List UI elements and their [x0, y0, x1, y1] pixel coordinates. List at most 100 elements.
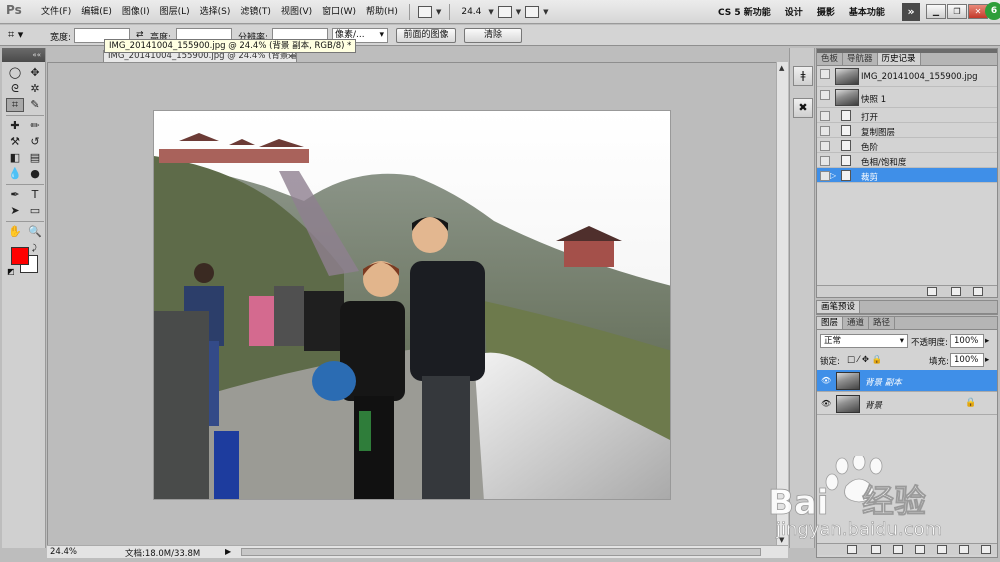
menu-view[interactable]: 视图(V): [276, 5, 317, 19]
menu-select[interactable]: 选择(S): [195, 5, 236, 19]
visibility-eye-icon[interactable]: 👁: [821, 376, 831, 385]
layer-mask-icon[interactable]: [893, 545, 903, 554]
move-tool-icon[interactable]: ✥: [26, 66, 44, 80]
history-source-checkbox[interactable]: [820, 156, 830, 166]
chevron-down-icon[interactable]: ▼: [516, 8, 521, 16]
swap-colors-icon[interactable]: ⤸: [32, 243, 37, 253]
tab-paths[interactable]: 路径: [869, 317, 896, 329]
adjustment-layer-icon[interactable]: [915, 545, 925, 554]
chevron-down-icon[interactable]: ▼: [543, 8, 548, 16]
default-colors-icon[interactable]: ◩: [7, 267, 15, 276]
scroll-down-icon[interactable]: ▼: [779, 536, 784, 544]
eyedropper-tool-icon[interactable]: ✎: [26, 98, 44, 112]
restore-button[interactable]: ❐: [947, 4, 967, 19]
menu-layer[interactable]: 图层(L): [155, 5, 195, 19]
screen-layout-icon[interactable]: [525, 6, 540, 18]
history-step[interactable]: 复制图层: [817, 123, 997, 138]
zoom-level[interactable]: 24.4: [458, 7, 484, 17]
layer-row[interactable]: 👁 背景 副本: [817, 370, 997, 392]
zoom-tool-icon[interactable]: 🔍: [26, 225, 44, 239]
workspace-essentials[interactable]: 基本功能: [849, 5, 885, 18]
history-brush-tool-icon[interactable]: ↺: [26, 135, 44, 149]
history-source-checkbox[interactable]: [820, 69, 830, 79]
gradient-tool-icon[interactable]: ▤: [26, 151, 44, 165]
opacity-field[interactable]: 100%: [950, 334, 984, 348]
lasso-tool-icon[interactable]: ᘓ: [6, 82, 24, 96]
history-source-checkbox[interactable]: [820, 171, 830, 181]
workspace-design[interactable]: 设计: [785, 5, 803, 18]
history-step-selected[interactable]: ▷ 裁剪: [817, 168, 997, 183]
menu-filter[interactable]: 滤镜(T): [235, 5, 276, 19]
status-zoom[interactable]: 24.4%: [50, 547, 77, 557]
tab-navigator[interactable]: 导航器: [843, 53, 878, 65]
dodge-tool-icon[interactable]: ●: [26, 167, 44, 181]
clone-stamp-tool-icon[interactable]: ⚒: [6, 135, 24, 149]
vertical-scrollbar[interactable]: ▲ ▼: [776, 62, 788, 546]
workspace-cs5-new[interactable]: CS 5 新功能: [718, 5, 771, 18]
pen-tool-icon[interactable]: ✒: [6, 188, 24, 202]
history-step[interactable]: 色阶: [817, 138, 997, 153]
healing-brush-tool-icon[interactable]: ✚: [6, 119, 24, 133]
crop-tool-preset-icon[interactable]: ⌗ ▾: [8, 28, 36, 43]
shape-tool-icon[interactable]: ▭: [26, 204, 44, 218]
status-menu-icon[interactable]: ▶: [225, 547, 231, 556]
history-snapshot-file[interactable]: IMG_20141004_155900.jpg: [817, 66, 997, 87]
history-source-checkbox[interactable]: [820, 126, 830, 136]
hand-tool-icon[interactable]: ✋: [6, 225, 24, 239]
blur-tool-icon[interactable]: 💧: [6, 167, 24, 181]
history-brush-panel-icon[interactable]: ǂ: [793, 66, 813, 86]
path-selection-tool-icon[interactable]: ➤: [6, 204, 24, 218]
history-source-checkbox[interactable]: [820, 111, 830, 121]
new-group-icon[interactable]: [937, 545, 947, 554]
front-image-button[interactable]: 前面的图像: [396, 28, 456, 43]
menu-edit[interactable]: 编辑(E): [76, 5, 117, 19]
opacity-slider-icon[interactable]: ▸: [985, 336, 989, 346]
brush-tool-icon[interactable]: ✏: [26, 119, 44, 133]
tools-panel-icon[interactable]: ✖: [793, 98, 813, 118]
foreground-color-swatch[interactable]: [11, 247, 29, 265]
chevron-down-icon[interactable]: ▼: [488, 8, 493, 16]
blend-mode-select[interactable]: 正常 ▾: [820, 334, 908, 348]
tab-layers[interactable]: 图层: [817, 317, 844, 329]
trash-icon[interactable]: [981, 545, 991, 554]
magic-wand-tool-icon[interactable]: ✲: [26, 82, 44, 96]
screen-mode-icon[interactable]: [418, 6, 432, 18]
menu-window[interactable]: 窗口(W): [317, 5, 361, 19]
menu-image[interactable]: 图像(I): [117, 5, 155, 19]
layer-style-icon[interactable]: [871, 545, 881, 554]
history-source-checkbox[interactable]: [820, 90, 830, 100]
link-layers-icon[interactable]: [847, 545, 857, 554]
workspace-expand-button[interactable]: »: [902, 3, 920, 21]
visibility-eye-icon[interactable]: 👁: [821, 399, 831, 408]
tab-channels[interactable]: 通道: [843, 317, 870, 329]
type-tool-icon[interactable]: T: [26, 188, 44, 202]
trash-icon[interactable]: [973, 287, 983, 296]
chevron-down-icon[interactable]: ▼: [436, 8, 441, 16]
history-snapshot-1[interactable]: 快照 1: [817, 87, 997, 108]
new-snapshot-icon[interactable]: [951, 287, 961, 296]
history-source-checkbox[interactable]: [820, 141, 830, 151]
crop-tool-icon[interactable]: ⌗: [6, 98, 24, 112]
document-image[interactable]: [153, 110, 671, 500]
tab-swatches[interactable]: 色板: [817, 53, 844, 65]
new-layer-icon[interactable]: [959, 545, 969, 554]
new-document-from-state-icon[interactable]: [927, 287, 937, 296]
arrange-documents-icon[interactable]: [497, 6, 512, 18]
menu-file[interactable]: 文件(F): [36, 5, 76, 19]
layer-row[interactable]: 👁 背景 🔒: [817, 393, 997, 415]
scroll-up-icon[interactable]: ▲: [779, 64, 784, 72]
clear-button[interactable]: 清除: [464, 28, 522, 43]
minimize-button[interactable]: ▁: [926, 4, 946, 19]
fill-slider-icon[interactable]: ▸: [985, 355, 989, 365]
tab-history[interactable]: 历史记录: [877, 53, 921, 65]
fill-field[interactable]: 100%: [950, 353, 984, 367]
history-step[interactable]: 打开: [817, 108, 997, 123]
tab-brush-presets[interactable]: 画笔预设: [817, 301, 861, 313]
workspace-photography[interactable]: 摄影: [817, 5, 835, 18]
menu-help[interactable]: 帮助(H): [361, 5, 403, 19]
history-step[interactable]: 色相/饱和度: [817, 153, 997, 168]
toolbox-collapse-icon[interactable]: ««: [2, 48, 45, 62]
lock-options-icon[interactable]: □ ⁄ ✥ 🔒: [847, 355, 882, 365]
marquee-tool-icon[interactable]: ◯: [6, 66, 24, 80]
eraser-tool-icon[interactable]: ◧: [6, 151, 24, 165]
